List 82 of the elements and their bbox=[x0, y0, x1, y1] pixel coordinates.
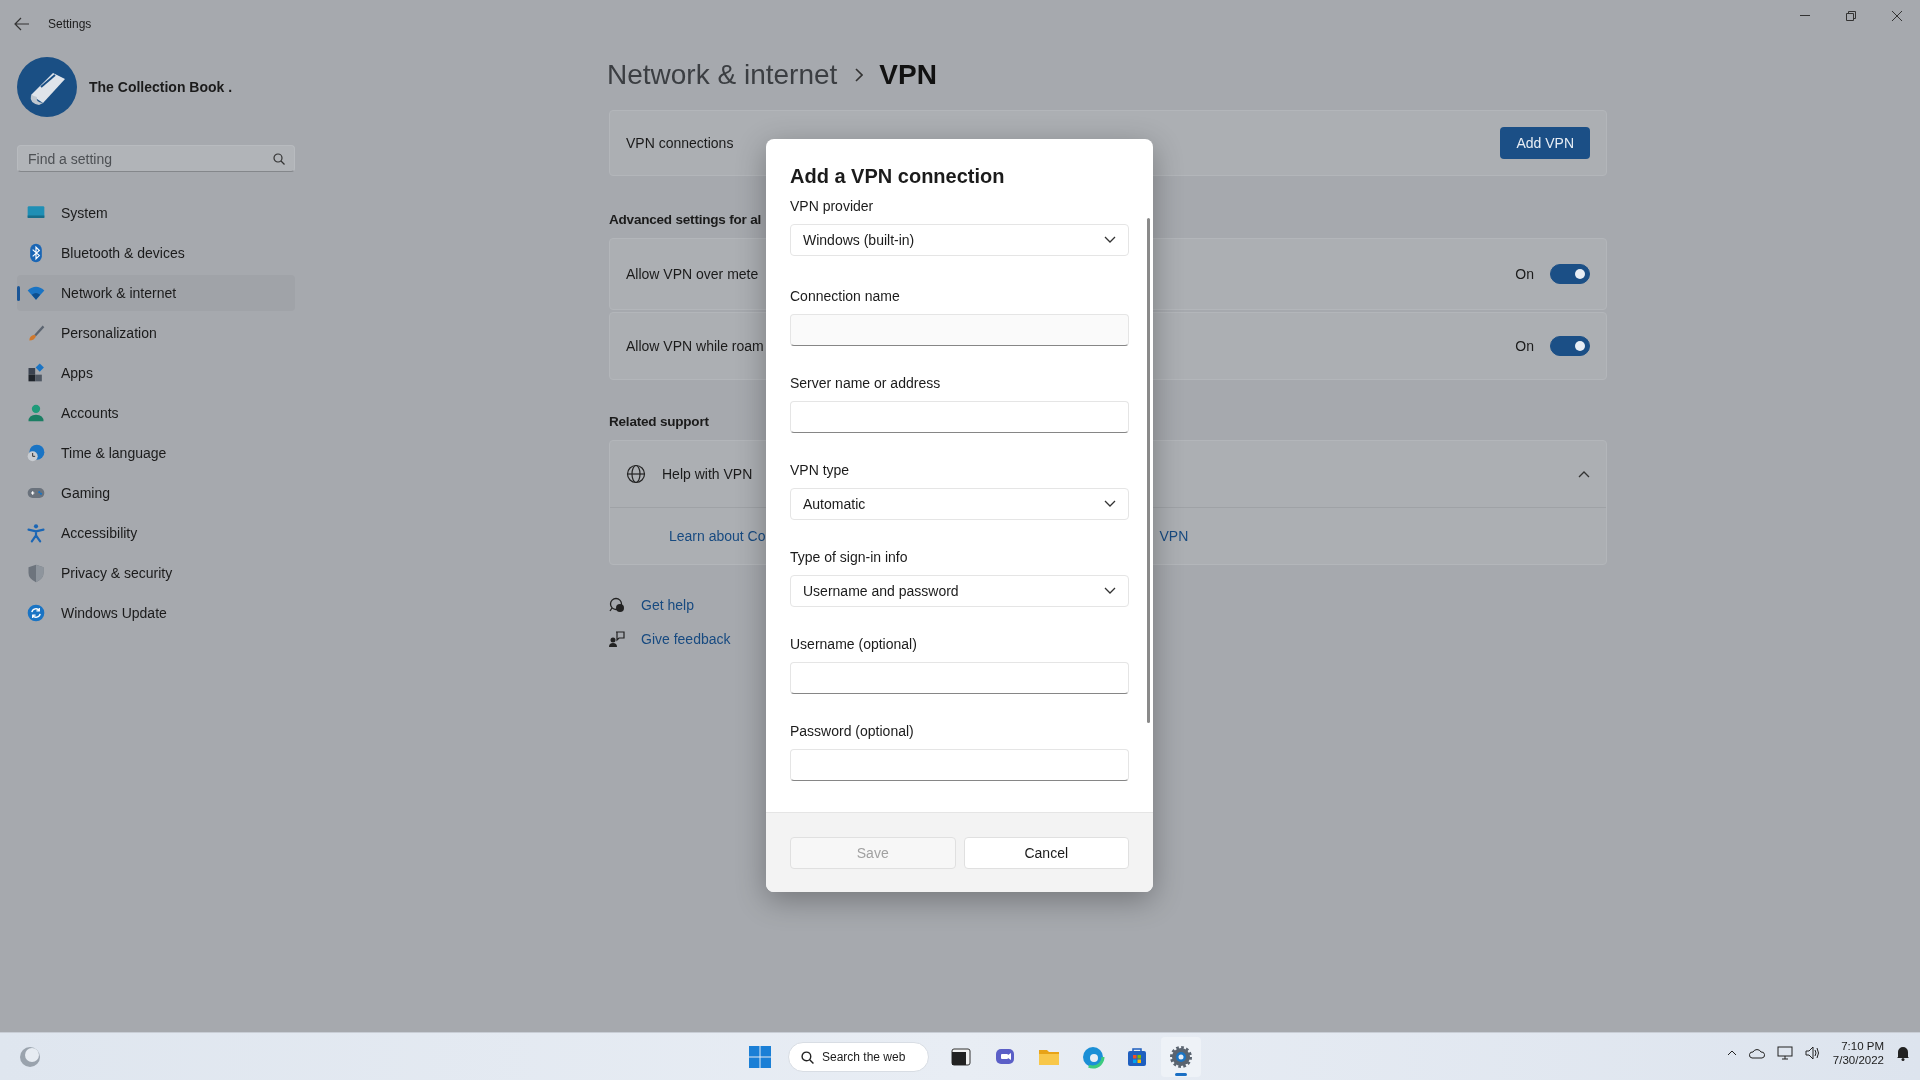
minimize-icon bbox=[1800, 15, 1810, 17]
nav-item[interactable]: Windows Update bbox=[17, 595, 295, 631]
field-label: VPN type bbox=[790, 461, 851, 480]
dialog-title: Add a VPN connection bbox=[790, 165, 1006, 188]
profile-name: The Collection Book . bbox=[89, 79, 233, 95]
section-heading: Related support bbox=[609, 413, 709, 431]
search-field[interactable]: Find a setting bbox=[17, 145, 295, 172]
nav-item[interactable]: Accounts bbox=[17, 395, 295, 431]
accounts-icon bbox=[26, 403, 46, 423]
nav-item[interactable]: Network & internet bbox=[17, 275, 295, 311]
field-label: VPN provider bbox=[790, 197, 875, 216]
field-label: Connection name bbox=[790, 287, 901, 306]
clock[interactable]: 7:10 PM 7/30/2022 bbox=[1832, 1039, 1884, 1067]
feedback-icon bbox=[609, 631, 625, 647]
toggle-switch[interactable] bbox=[1550, 336, 1590, 356]
cloud-icon[interactable] bbox=[1748, 1047, 1765, 1059]
store-icon bbox=[1125, 1045, 1149, 1069]
dropdown[interactable]: Windows (built-in) bbox=[790, 224, 1129, 256]
help-link[interactable]: Get help bbox=[641, 597, 694, 613]
nav-item[interactable]: System bbox=[17, 195, 295, 231]
help-link[interactable]: VPN bbox=[1159, 528, 1189, 544]
nav-item[interactable]: Personalization bbox=[17, 315, 295, 351]
browser-icon bbox=[1081, 1045, 1105, 1069]
card-label: VPN connections bbox=[626, 135, 734, 151]
input-field[interactable] bbox=[790, 749, 1129, 781]
time-icon bbox=[26, 443, 46, 463]
toggle-state: On bbox=[1515, 266, 1534, 282]
help-icon bbox=[609, 597, 625, 613]
nav-item[interactable]: Gaming bbox=[17, 475, 295, 511]
monitor-icon[interactable] bbox=[1776, 1046, 1793, 1060]
search-icon bbox=[273, 153, 285, 165]
input-field[interactable] bbox=[790, 662, 1129, 694]
personalization-icon bbox=[26, 323, 46, 343]
close-icon bbox=[1892, 11, 1902, 21]
help-link[interactable]: Give feedback bbox=[641, 631, 731, 647]
bell-icon[interactable] bbox=[1896, 1045, 1910, 1061]
search-icon bbox=[801, 1050, 814, 1064]
field-label: Type of sign-in info bbox=[790, 548, 909, 567]
nav-item[interactable]: Time & language bbox=[17, 435, 295, 471]
restore-icon bbox=[1846, 11, 1856, 21]
settings-icon bbox=[1169, 1045, 1193, 1069]
page-title: VPN bbox=[879, 59, 937, 91]
nav-item[interactable]: Apps bbox=[17, 355, 295, 391]
globe-icon bbox=[626, 464, 646, 484]
chevron-icon bbox=[1104, 500, 1116, 508]
input-field[interactable] bbox=[790, 314, 1129, 346]
chevron-icon[interactable] bbox=[1726, 1050, 1737, 1056]
chevron-icon bbox=[1578, 470, 1590, 478]
nav-item[interactable]: Bluetooth & devices bbox=[17, 235, 295, 271]
dropdown[interactable]: Username and password bbox=[790, 575, 1129, 607]
chevron-icon bbox=[1104, 587, 1116, 595]
nav-item[interactable]: Accessibility bbox=[17, 515, 295, 551]
breadcrumb-link[interactable]: Network & internet bbox=[607, 59, 838, 91]
toggle-state: On bbox=[1515, 338, 1534, 354]
field-label: Server name or address bbox=[790, 374, 942, 393]
chevron-icon bbox=[855, 68, 864, 82]
dropdown[interactable]: Automatic bbox=[790, 488, 1129, 520]
nav-item[interactable]: Privacy & security bbox=[17, 555, 295, 591]
toggle-switch[interactable] bbox=[1550, 264, 1590, 284]
back-icon[interactable] bbox=[14, 17, 30, 31]
windows-icon bbox=[749, 1046, 771, 1068]
field-label: Password (optional) bbox=[790, 722, 915, 741]
accessibility-icon bbox=[26, 523, 46, 543]
input-field[interactable] bbox=[790, 401, 1129, 433]
field-label: Username (optional) bbox=[790, 635, 918, 654]
setting-label: Allow VPN while roam bbox=[626, 338, 764, 354]
taskbar-search[interactable]: Search the web bbox=[788, 1042, 929, 1072]
help-link[interactable]: Learn about Co bbox=[669, 528, 766, 544]
update-icon bbox=[26, 603, 46, 623]
scrollbar[interactable] bbox=[1147, 218, 1150, 723]
add-vpn-button[interactable]: Add VPN bbox=[1500, 127, 1590, 159]
setting-label: Allow VPN over mete bbox=[626, 266, 759, 282]
chevron-icon bbox=[1104, 236, 1116, 244]
help-title: Help with VPN bbox=[662, 466, 753, 482]
privacy-icon bbox=[26, 563, 46, 583]
volume-icon[interactable] bbox=[1804, 1046, 1821, 1060]
avatar-icon bbox=[17, 57, 77, 117]
terminal-icon bbox=[949, 1045, 973, 1069]
section-heading: Advanced settings for al bbox=[609, 211, 761, 229]
window-title: Settings bbox=[48, 17, 92, 31]
dialog-button[interactable]: Cancel bbox=[963, 837, 1129, 869]
apps-icon bbox=[26, 363, 46, 383]
